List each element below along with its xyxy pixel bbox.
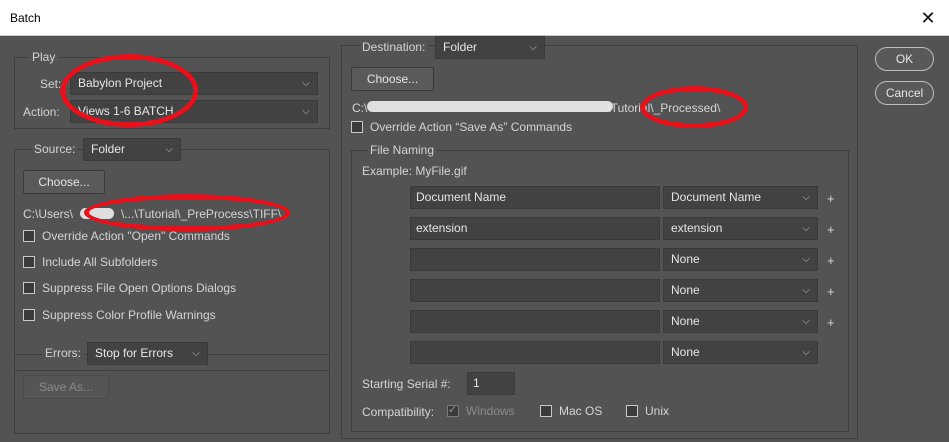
suppress-open-dialogs-label: Suppress File Open Options Dialogs xyxy=(42,281,237,295)
destination-value: Folder xyxy=(443,40,478,54)
add-row-button[interactable]: + xyxy=(827,315,835,330)
chevron-down-icon: ⌵ xyxy=(802,254,810,265)
checkbox-box xyxy=(447,403,459,417)
chevron-down-icon: ⌵ xyxy=(802,285,810,296)
checkbox-box[interactable] xyxy=(23,255,35,268)
naming-select-4[interactable]: None ⌵ xyxy=(663,279,818,302)
add-row-button[interactable]: + xyxy=(827,222,835,237)
naming-select-1[interactable]: Document Name ⌵ xyxy=(663,186,818,209)
chevron-down-icon: ⌵ xyxy=(802,316,810,327)
unix-checkbox[interactable]: Unix xyxy=(626,404,669,420)
windows-label: Windows xyxy=(466,404,515,418)
annotation-ellipse-play xyxy=(60,54,198,127)
source-value: Folder xyxy=(91,142,126,156)
save-as-button[interactable]: Save As... xyxy=(23,375,109,399)
naming-select-value: None xyxy=(671,345,700,359)
mac-os-checkbox[interactable]: Mac OS xyxy=(540,404,602,420)
annotation-ellipse-source-path xyxy=(84,194,290,231)
naming-select-6[interactable]: None ⌵ xyxy=(663,341,818,364)
dialog-body: Play Set: Babylon Project ⌵ Action: View… xyxy=(0,36,949,442)
source-choose-button[interactable]: Choose... xyxy=(23,170,105,194)
naming-text-field-2[interactable]: extension xyxy=(410,217,660,240)
naming-select-value: None xyxy=(671,314,700,328)
source-label: Source: xyxy=(31,142,79,156)
naming-text-field-5[interactable] xyxy=(410,310,660,333)
set-label: Set: xyxy=(40,77,62,91)
title-bar: Batch ✕ xyxy=(0,0,949,36)
destination-path-prefix: C:\ xyxy=(352,101,368,115)
include-subfolders-checkbox[interactable]: Include All Subfolders xyxy=(23,255,157,271)
checkbox-box[interactable] xyxy=(351,120,363,133)
naming-text-field-1[interactable]: Document Name xyxy=(410,186,660,209)
destination-choose-button[interactable]: Choose... xyxy=(351,67,434,91)
unix-label: Unix xyxy=(645,404,670,418)
source-select[interactable]: Folder ⌵ xyxy=(83,138,181,161)
errors-select[interactable]: Stop for Errors ⌵ xyxy=(87,342,208,365)
add-row-button[interactable]: + xyxy=(827,253,835,268)
checkbox-box[interactable] xyxy=(23,281,35,294)
errors-value: Stop for Errors xyxy=(95,346,174,360)
naming-select-3[interactable]: None ⌵ xyxy=(663,248,818,271)
naming-text-field-3[interactable] xyxy=(410,248,660,271)
redaction-mark xyxy=(367,101,613,112)
override-open-label: Override Action "Open" Commands xyxy=(42,229,230,243)
chevron-down-icon: ⌵ xyxy=(165,144,173,155)
checkbox-box[interactable] xyxy=(626,404,638,417)
destination-label: Destination: xyxy=(359,40,429,54)
chevron-down-icon: ⌵ xyxy=(192,348,200,359)
naming-text-field-4[interactable] xyxy=(410,279,660,302)
chevron-down-icon: ⌵ xyxy=(302,78,310,89)
action-label: Action: xyxy=(23,105,60,119)
naming-text-field-6[interactable] xyxy=(410,341,660,364)
window-title: Batch xyxy=(10,11,41,25)
chevron-down-icon: ⌵ xyxy=(802,347,810,358)
file-naming-legend: File Naming xyxy=(367,143,438,157)
override-open-checkbox[interactable]: Override Action "Open" Commands xyxy=(23,229,230,245)
destination-select[interactable]: Folder ⌵ xyxy=(435,36,545,59)
serial-input[interactable]: 1 xyxy=(467,372,515,395)
checkbox-box[interactable] xyxy=(23,229,35,242)
cancel-button[interactable]: Cancel xyxy=(875,81,934,105)
windows-checkbox: Windows xyxy=(447,403,515,420)
suppress-color-warnings-checkbox[interactable]: Suppress Color Profile Warnings xyxy=(23,308,216,324)
naming-select-5[interactable]: None ⌵ xyxy=(663,310,818,333)
play-legend: Play xyxy=(29,50,59,64)
file-naming-example: Example: MyFile.gif xyxy=(362,164,467,178)
override-save-as-label: Override Action “Save As” Commands xyxy=(370,120,573,134)
compatibility-label: Compatibility: xyxy=(362,405,435,419)
ok-button[interactable]: OK xyxy=(875,47,934,71)
suppress-color-warnings-label: Suppress Color Profile Warnings xyxy=(42,308,216,322)
add-row-button[interactable]: + xyxy=(827,191,835,206)
chevron-down-icon: ⌵ xyxy=(802,223,810,234)
annotation-ellipse-destination-path xyxy=(640,86,748,128)
chevron-down-icon: ⌵ xyxy=(529,42,537,53)
naming-select-value: Document Name xyxy=(671,190,762,204)
source-path-prefix: C:\Users\ xyxy=(23,207,74,221)
include-subfolders-label: Include All Subfolders xyxy=(42,255,158,269)
checkbox-box[interactable] xyxy=(540,404,552,417)
checkbox-box[interactable] xyxy=(23,308,35,321)
add-row-button[interactable]: + xyxy=(827,284,835,299)
chevron-down-icon: ⌵ xyxy=(302,106,310,117)
naming-select-value: extension xyxy=(671,221,723,235)
naming-select-value: None xyxy=(671,283,700,297)
mac-os-label: Mac OS xyxy=(559,404,603,418)
errors-label: Errors: xyxy=(42,346,84,360)
override-save-as-checkbox[interactable]: Override Action “Save As” Commands xyxy=(351,120,572,136)
close-icon[interactable]: ✕ xyxy=(917,7,939,29)
chevron-down-icon: ⌵ xyxy=(802,192,810,203)
naming-select-value: None xyxy=(671,252,700,266)
serial-label: Starting Serial #: xyxy=(362,377,451,391)
suppress-open-dialogs-checkbox[interactable]: Suppress File Open Options Dialogs xyxy=(23,281,236,297)
naming-select-2[interactable]: extension ⌵ xyxy=(663,217,818,240)
